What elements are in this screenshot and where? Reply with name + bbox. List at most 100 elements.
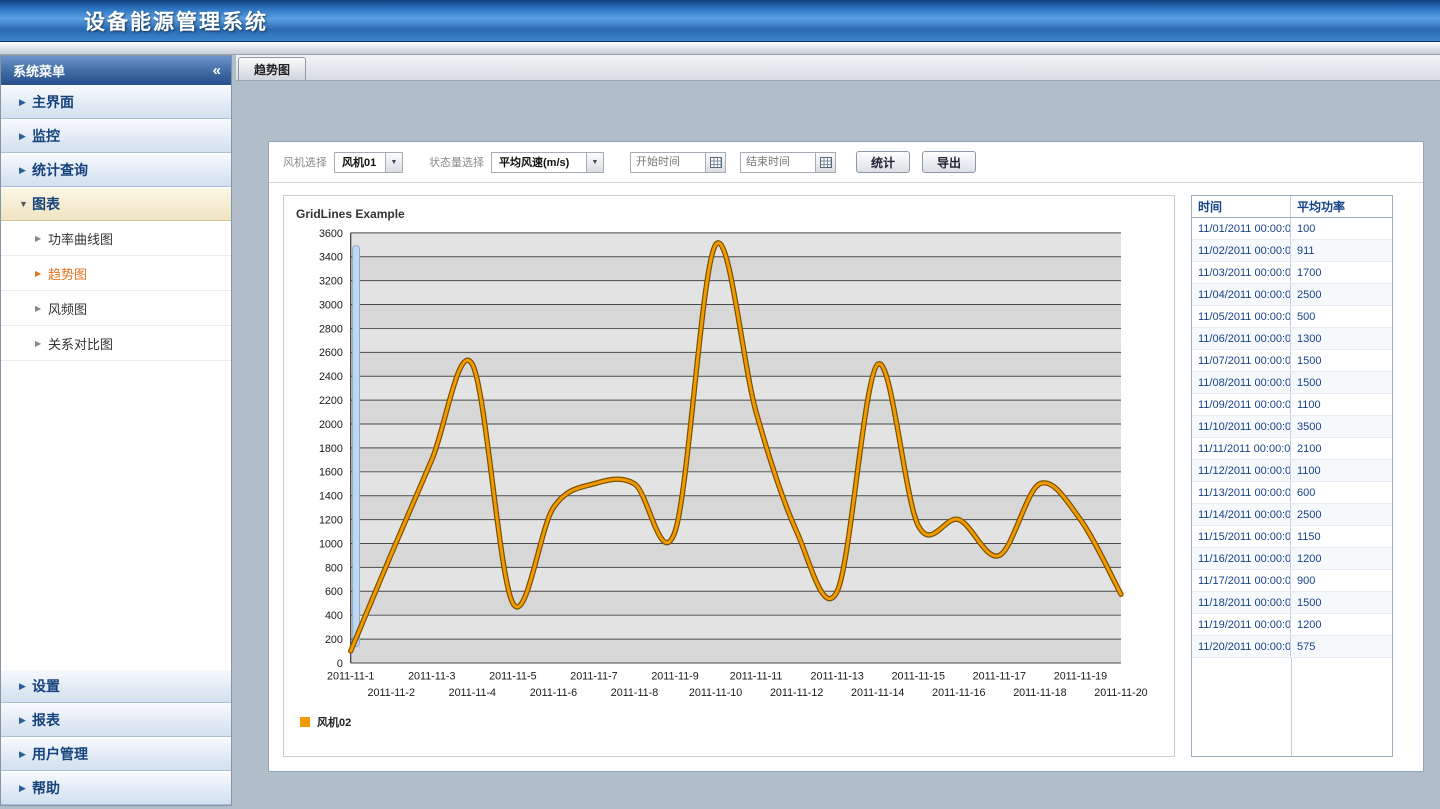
sidebar-groups-top: ▶主界面▶监控▶统计查询▼图表▶功率曲线图▶趋势图▶风频图▶关系对比图 [1,85,231,361]
status-select-value[interactable]: 平均风速(m/s) [491,152,587,173]
trend-chart-svg: 0200400600800100012001400160018002000220… [294,227,1164,708]
start-calendar-button[interactable] [706,152,726,173]
sidebar-group-图表[interactable]: ▼图表 [1,187,231,221]
end-time-input[interactable] [740,152,816,173]
page: 设备能源管理系统 系统菜单 « ▶主界面▶监控▶统计查询▼图表▶功率曲线图▶趋势… [0,0,1440,809]
sidebar-group-label: 监控 [32,126,60,146]
svg-text:1000: 1000 [319,538,343,550]
fan-select-group: 风机选择 风机01 ▼ [283,152,403,173]
table-row[interactable]: 11/16/2011 00:00:001200 [1192,548,1392,570]
svg-text:1400: 1400 [319,491,343,503]
table-row[interactable]: 11/17/2011 00:00:00900 [1192,570,1392,592]
chevron-down-icon[interactable]: ▼ [386,152,403,173]
sidebar-group-监控[interactable]: ▶监控 [1,119,231,153]
chevron-right-icon: ▶ [35,234,48,243]
sidebar-item-趋势图[interactable]: ▶趋势图 [1,256,231,291]
svg-text:2011-11-3: 2011-11-3 [408,671,455,683]
chart-panel: GridLines Example 0200400600800100012001… [283,195,1175,757]
sidebar-item-功率曲线图[interactable]: ▶功率曲线图 [1,221,231,256]
table-row[interactable]: 11/12/2011 00:00:001100 [1192,460,1392,482]
table-cell: 911 [1291,240,1392,261]
svg-text:2800: 2800 [319,323,343,335]
table-row[interactable]: 11/10/2011 00:00:003500 [1192,416,1392,438]
table-cell: 11/06/2011 00:00:00 [1192,328,1291,349]
table-row[interactable]: 11/19/2011 00:00:001200 [1192,614,1392,636]
sidebar-item-关系对比图[interactable]: ▶关系对比图 [1,326,231,361]
table-cell: 11/03/2011 00:00:00 [1192,262,1291,283]
fan-select-value[interactable]: 风机01 [334,152,386,173]
svg-text:2000: 2000 [319,419,343,431]
sidebar-group-设置[interactable]: ▶设置 [1,669,231,703]
table-row[interactable]: 11/13/2011 00:00:00600 [1192,482,1392,504]
sidebar-group-label: 主界面 [32,92,74,112]
table-cell: 2500 [1291,284,1392,305]
sidebar-item-label: 关系对比图 [48,334,113,353]
collapse-sidebar-icon[interactable]: « [213,63,221,78]
table-cell: 11/05/2011 00:00:00 [1192,306,1291,327]
table-cell: 11/19/2011 00:00:00 [1192,614,1291,635]
legend-label: 风机02 [317,714,351,730]
tab-trend-chart[interactable]: 趋势图 [238,57,306,80]
table-cell: 1700 [1291,262,1392,283]
table-row[interactable]: 11/05/2011 00:00:00500 [1192,306,1392,328]
table-row[interactable]: 11/04/2011 00:00:002500 [1192,284,1392,306]
chevron-right-icon: ▶ [19,131,32,142]
sidebar-group-label: 帮助 [32,778,60,798]
table-row[interactable]: 11/15/2011 00:00:001150 [1192,526,1392,548]
table-row[interactable]: 11/03/2011 00:00:001700 [1192,262,1392,284]
svg-text:2200: 2200 [319,395,343,407]
table-cell: 11/20/2011 00:00:00 [1192,636,1291,657]
table-cell: 500 [1291,306,1392,327]
table-row[interactable]: 11/02/2011 00:00:00911 [1192,240,1392,262]
table-cell: 600 [1291,482,1392,503]
table-row[interactable]: 11/20/2011 00:00:00575 [1192,636,1392,658]
sidebar: 系统菜单 « ▶主界面▶监控▶统计查询▼图表▶功率曲线图▶趋势图▶风频图▶关系对… [0,55,232,806]
chevron-down-icon[interactable]: ▼ [587,152,604,173]
end-calendar-button[interactable] [816,152,836,173]
statistics-button[interactable]: 统计 [856,151,910,173]
end-time-group [740,152,836,173]
sidebar-group-帮助[interactable]: ▶帮助 [1,771,231,805]
svg-text:2600: 2600 [319,347,343,359]
start-time-input[interactable] [630,152,706,173]
svg-text:2011-11-2: 2011-11-2 [368,687,415,699]
table-row[interactable]: 11/01/2011 00:00:00100 [1192,218,1392,240]
table-row[interactable]: 11/18/2011 00:00:001500 [1192,592,1392,614]
table-cell: 11/01/2011 00:00:00 [1192,218,1291,239]
table-row[interactable]: 11/14/2011 00:00:002500 [1192,504,1392,526]
table-header-cell[interactable]: 平均功率 [1291,196,1392,217]
svg-text:400: 400 [325,610,343,622]
svg-text:2011-11-18: 2011-11-18 [1013,687,1066,699]
table-row[interactable]: 11/11/2011 00:00:002100 [1192,438,1392,460]
tab-bar: 趋势图 [236,55,1440,81]
sidebar-group-label: 图表 [32,194,60,214]
table-row[interactable]: 11/07/2011 00:00:001500 [1192,350,1392,372]
main: 趋势图 风机选择 风机01 ▼ 状态量选择 平均风速(m/s) [236,55,1440,806]
main-panel: 风机选择 风机01 ▼ 状态量选择 平均风速(m/s) ▼ [268,141,1424,772]
sidebar-group-报表[interactable]: ▶报表 [1,703,231,737]
sidebar-item-风频图[interactable]: ▶风频图 [1,291,231,326]
sidebar-item-label: 趋势图 [48,264,87,283]
svg-text:2011-11-6: 2011-11-6 [530,687,577,699]
table-row[interactable]: 11/08/2011 00:00:001500 [1192,372,1392,394]
svg-text:3200: 3200 [319,276,343,288]
tab-label: 趋势图 [254,61,290,78]
table-cell: 11/13/2011 00:00:00 [1192,482,1291,503]
chevron-down-icon: ▼ [19,199,32,209]
export-button[interactable]: 导出 [922,151,976,173]
sidebar-submenu: ▶功率曲线图▶趋势图▶风频图▶关系对比图 [1,221,231,361]
sidebar-group-用户管理[interactable]: ▶用户管理 [1,737,231,771]
sidebar-group-统计查询[interactable]: ▶统计查询 [1,153,231,187]
sidebar-group-label: 报表 [32,710,60,730]
table-row[interactable]: 11/09/2011 00:00:001100 [1192,394,1392,416]
sidebar-group-主界面[interactable]: ▶主界面 [1,85,231,119]
chevron-right-icon: ▶ [19,749,32,760]
table-header-cell[interactable]: 时间 [1192,196,1291,217]
table-cell: 11/11/2011 00:00:00 [1192,438,1291,459]
fan-select-label: 风机选择 [283,154,327,170]
chart-legend: 风机02 [300,714,1164,730]
table-header-row: 时间平均功率 [1192,196,1392,218]
table-cell: 100 [1291,218,1392,239]
table-row[interactable]: 11/06/2011 00:00:001300 [1192,328,1392,350]
chevron-right-icon: ▶ [35,339,48,348]
